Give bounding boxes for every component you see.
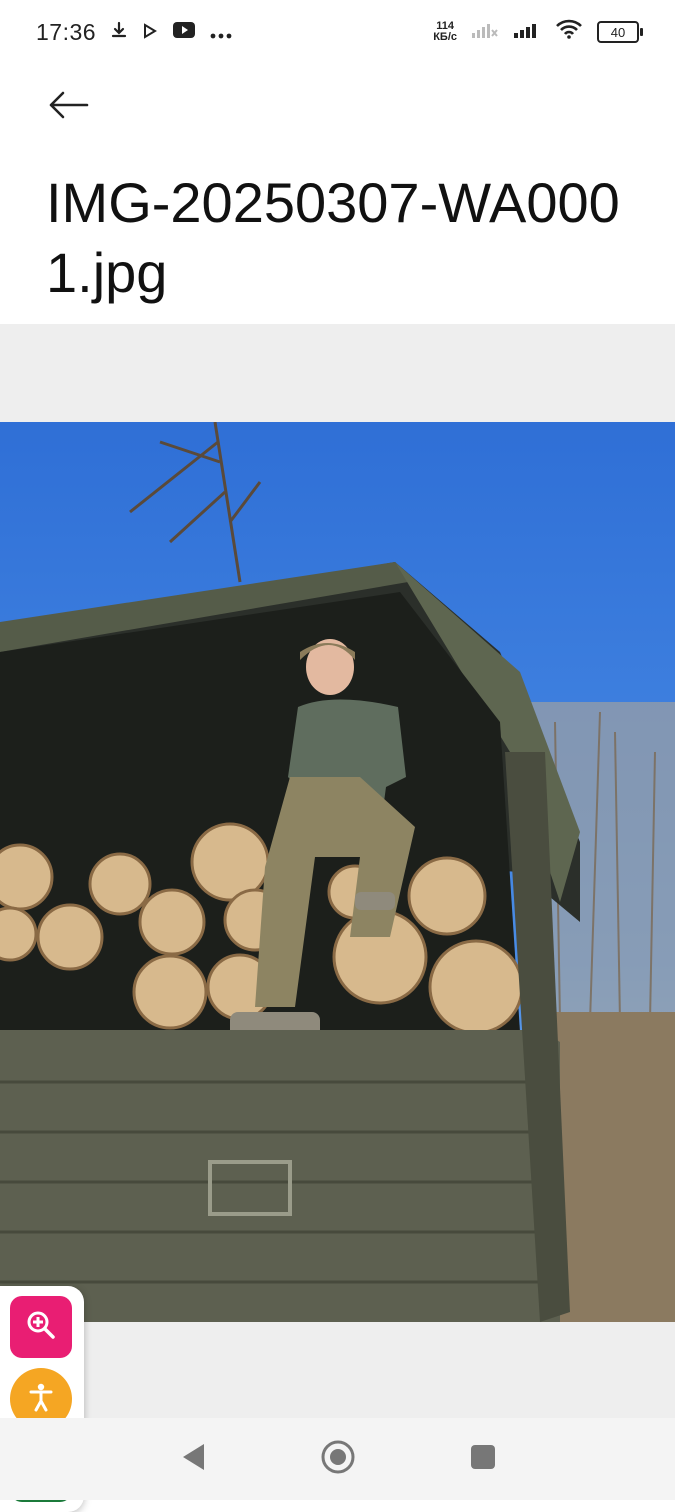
recents-square-icon (470, 1444, 496, 1474)
image-viewer[interactable] (0, 324, 675, 1512)
status-bar: 17:36 114 КБ/с 40 (0, 0, 675, 64)
more-dots-icon (210, 20, 232, 45)
back-button[interactable] (38, 84, 98, 130)
battery-icon: 40 (597, 21, 643, 43)
wifi-icon (555, 19, 583, 45)
accessibility-icon (25, 1381, 57, 1417)
download-icon (110, 20, 128, 45)
net-speed-unit: КБ/с (433, 31, 457, 43)
play-store-icon (142, 20, 158, 45)
system-nav-bar (0, 1418, 675, 1500)
file-title: IMG-20250307-WA0001.jpg (46, 171, 620, 304)
zoom-in-button[interactable] (10, 1296, 72, 1358)
status-time: 17:36 (36, 18, 97, 45)
back-triangle-icon (180, 1442, 206, 1476)
signal-icon-no-service (471, 20, 499, 45)
net-speed: 114 КБ/с (433, 21, 457, 43)
youtube-icon (172, 20, 196, 45)
zoom-in-icon (25, 1309, 57, 1345)
home-circle-icon (320, 1439, 356, 1479)
arrow-left-icon (47, 90, 89, 124)
nav-recents-button[interactable] (458, 1434, 508, 1484)
signal-icon (513, 20, 541, 45)
nav-back-button[interactable] (168, 1434, 218, 1484)
status-left: 17:36 (36, 19, 232, 46)
photo[interactable] (0, 422, 675, 1322)
nav-home-button[interactable] (313, 1434, 363, 1484)
top-app-bar: IMG-20250307-WA0001.jpg (0, 64, 675, 324)
status-right: 114 КБ/с 40 (433, 19, 643, 45)
